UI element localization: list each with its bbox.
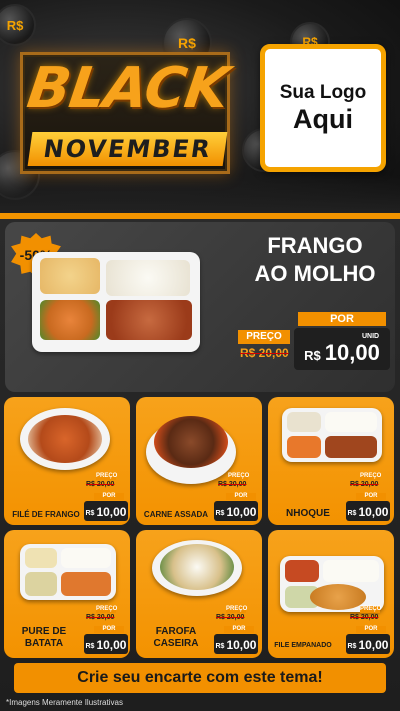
price-tag: R$ 10,00 bbox=[214, 634, 258, 654]
price-value: 10,00 bbox=[96, 638, 127, 652]
unit-label: UNID bbox=[362, 333, 380, 340]
preco-label: PREÇO bbox=[360, 606, 382, 613]
featured-title-line1: FRANGO bbox=[267, 233, 363, 258]
food-image bbox=[25, 572, 57, 596]
product-name: FILÉ DE FRANGO bbox=[12, 510, 80, 519]
product-name: CARNE ASSADA bbox=[143, 510, 209, 519]
product-name: FILE EMPANADO bbox=[274, 642, 332, 649]
food-image bbox=[323, 560, 379, 582]
price-value: 10,00 bbox=[226, 505, 257, 519]
logo-placeholder[interactable]: Sua Logo Aqui bbox=[260, 44, 386, 172]
food-image bbox=[160, 544, 234, 590]
coin-icon: R$ bbox=[0, 4, 36, 46]
preco-label: PREÇO bbox=[226, 606, 248, 613]
preco-label: PREÇO bbox=[96, 606, 118, 613]
por-label: POR bbox=[94, 626, 124, 633]
old-price: R$ 20,00 bbox=[218, 481, 247, 488]
featured-title-line2: AO MOLHO bbox=[254, 261, 376, 286]
product-name: PURE DE BATATA bbox=[21, 626, 67, 649]
price-tag: R$ 10,00 bbox=[84, 501, 128, 521]
por-label: POR bbox=[224, 626, 254, 633]
price-tag: R$ 10,00 bbox=[84, 634, 128, 654]
price-value: 10,00 bbox=[358, 638, 389, 652]
old-price: R$ 20,00 bbox=[216, 614, 245, 621]
food-image bbox=[25, 548, 57, 568]
price-value: 10,00 bbox=[358, 505, 389, 519]
por-label: POR bbox=[356, 626, 386, 633]
currency-symbol: R$ bbox=[85, 643, 95, 650]
food-image bbox=[40, 300, 100, 340]
food-image bbox=[40, 258, 100, 294]
price-tag: R$ 10,00 bbox=[346, 501, 390, 521]
create-flyer-button[interactable]: Crie seu encarte com este tema! bbox=[14, 663, 386, 693]
product-name: FAROFA CASEIRA bbox=[153, 626, 199, 649]
campaign-title-black: BLACK bbox=[23, 56, 233, 121]
product-name: NHOQUE bbox=[286, 508, 330, 519]
food-image bbox=[106, 300, 192, 340]
food-image bbox=[310, 584, 366, 610]
food-image bbox=[325, 436, 377, 458]
featured-title: FRANGO AO MOLHO bbox=[240, 232, 390, 288]
food-image bbox=[287, 412, 321, 432]
por-label: POR bbox=[356, 493, 386, 500]
preco-label: PREÇO bbox=[96, 473, 118, 480]
old-price: R$ 20,00 bbox=[350, 614, 379, 621]
price-value: 10,00 bbox=[324, 340, 380, 365]
food-image bbox=[28, 415, 102, 463]
por-label: POR bbox=[298, 312, 386, 326]
currency-symbol: R$ bbox=[85, 510, 95, 517]
food-image bbox=[61, 572, 111, 596]
old-price: R$ 20,00 bbox=[86, 614, 115, 621]
old-price: R$ 20,00 bbox=[86, 481, 115, 488]
currency-symbol: R$ bbox=[347, 510, 357, 517]
disclaimer-text: *Imagens Meramente Ilustrativas bbox=[6, 698, 123, 707]
campaign-title-november: NOVEMBER bbox=[27, 132, 228, 166]
currency-symbol: R$ bbox=[215, 643, 225, 650]
old-price: R$ 20,00 bbox=[240, 346, 289, 360]
food-image bbox=[154, 416, 228, 468]
preco-label: PREÇO bbox=[360, 473, 382, 480]
preco-label: PREÇO bbox=[228, 473, 250, 480]
price-tag: R$ 10,00 bbox=[346, 634, 390, 654]
por-label: POR bbox=[226, 493, 256, 500]
currency-symbol: R$ bbox=[347, 643, 357, 650]
old-price: R$ 20,00 bbox=[350, 481, 379, 488]
price-tag: R$ 10,00 bbox=[214, 501, 258, 521]
food-image bbox=[287, 436, 321, 458]
food-image bbox=[61, 548, 111, 568]
logo-text-line2: Aqui bbox=[293, 103, 353, 134]
por-label: POR bbox=[94, 493, 124, 500]
food-image bbox=[106, 260, 190, 296]
currency-symbol: R$ bbox=[304, 348, 321, 363]
price-value: 10,00 bbox=[96, 505, 127, 519]
logo-text-line1: Sua Logo bbox=[279, 81, 367, 103]
food-image bbox=[285, 560, 319, 582]
food-image bbox=[325, 412, 377, 432]
price-value: 10,00 bbox=[226, 638, 257, 652]
preco-label: PREÇO bbox=[238, 330, 290, 344]
currency-symbol: R$ bbox=[215, 510, 225, 517]
